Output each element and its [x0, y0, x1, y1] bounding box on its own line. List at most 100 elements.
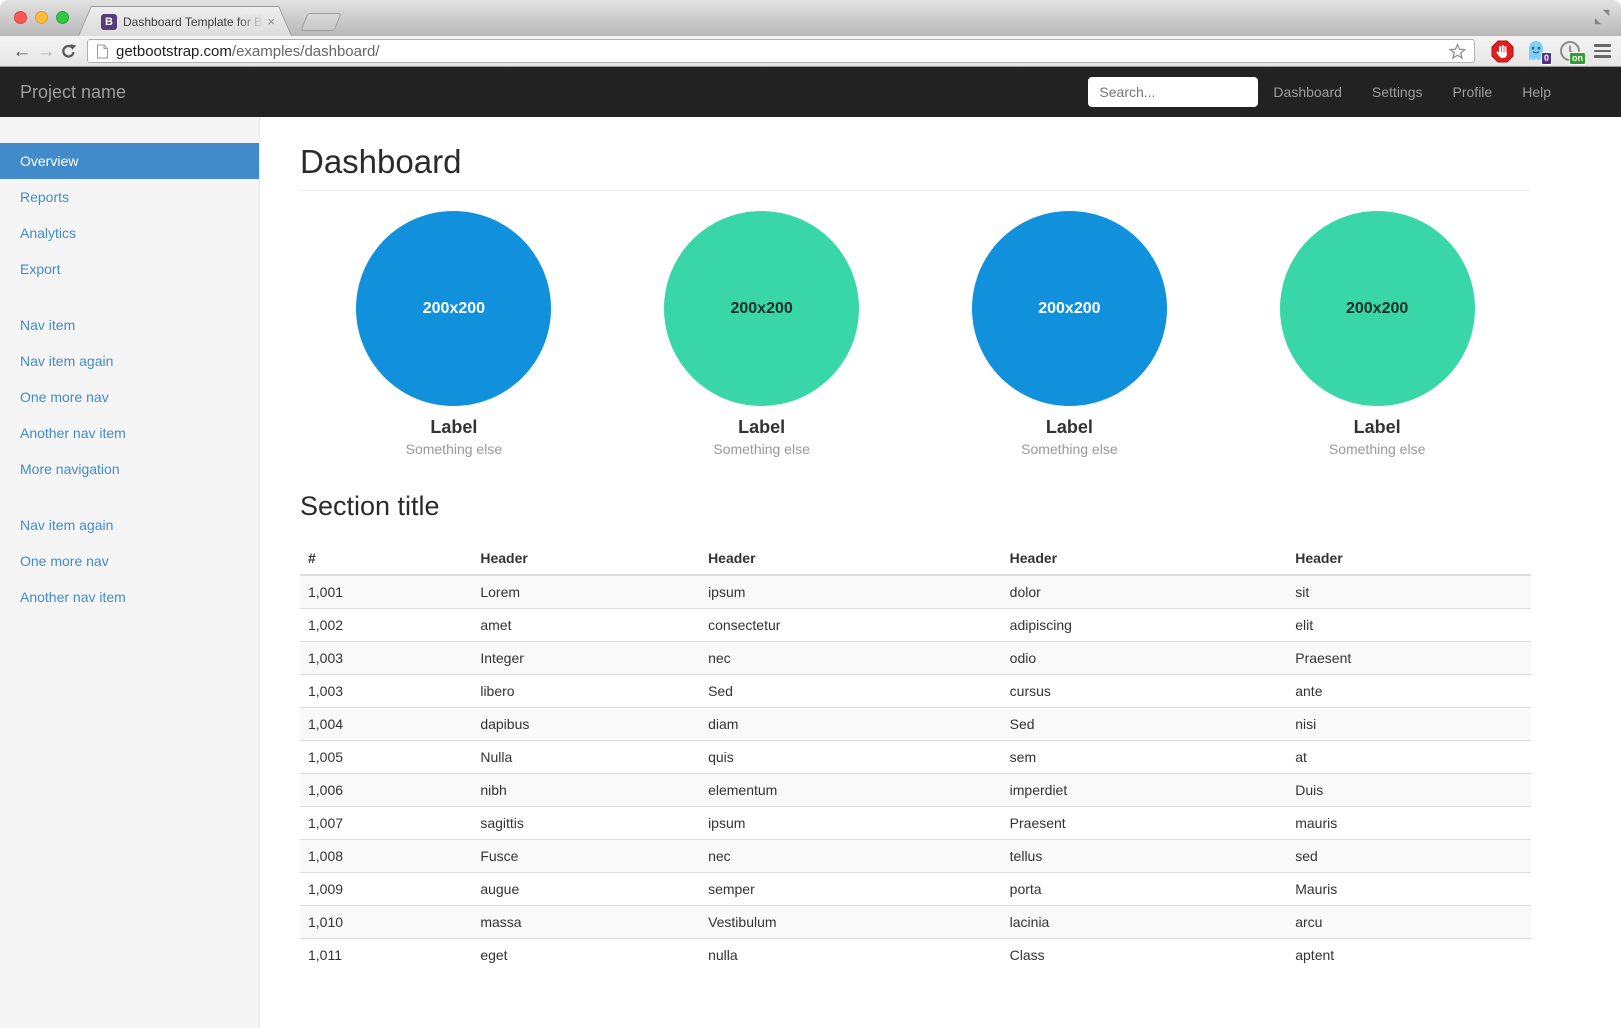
- table-cell: sagittis: [472, 807, 700, 840]
- url-domain: getbootstrap.com: [116, 43, 232, 60]
- forward-button[interactable]: →: [34, 42, 58, 61]
- sidebar-item-another-nav-item[interactable]: Another nav item: [0, 415, 259, 451]
- table-cell: 1,007: [300, 807, 472, 840]
- placeholder-image-1: 200x200: [356, 211, 551, 406]
- sidebar-group-2: Nav itemNav item againOne more navAnothe…: [0, 307, 259, 487]
- sidebar-item-one-more-nav[interactable]: One more nav: [0, 543, 259, 579]
- table-head: #HeaderHeaderHeaderHeader: [300, 542, 1531, 575]
- table-cell: sit: [1287, 575, 1531, 609]
- clock-extension-icon[interactable]: on: [1558, 39, 1582, 63]
- table-body: 1,001Loremipsumdolorsit1,002ametconsecte…: [300, 575, 1531, 971]
- table-cell: ante: [1287, 675, 1531, 708]
- sidebar: OverviewReportsAnalyticsExportNav itemNa…: [0, 117, 260, 1028]
- sidebar-item-reports[interactable]: Reports: [0, 179, 259, 215]
- placeholder-row: 200x200LabelSomething else200x200LabelSo…: [300, 211, 1531, 457]
- sidebar-item-nav-item-again[interactable]: Nav item again: [0, 507, 259, 543]
- bookmark-star-icon[interactable]: [1449, 43, 1466, 60]
- navbar-link-profile[interactable]: Profile: [1438, 67, 1508, 117]
- back-button[interactable]: ←: [10, 42, 34, 61]
- new-tab-button[interactable]: [300, 13, 341, 31]
- browser-tab[interactable]: B Dashboard Template for Bo ×: [78, 6, 292, 36]
- placeholder-label: Label: [608, 417, 916, 438]
- search-input[interactable]: [1088, 77, 1258, 107]
- browser-titlebar: B Dashboard Template for Bo ×: [0, 0, 1621, 36]
- navbar-link-settings[interactable]: Settings: [1357, 67, 1438, 117]
- table-cell: eget: [472, 939, 700, 972]
- table-cell: elit: [1287, 609, 1531, 642]
- table-row: 1,006nibhelementumimperdietDuis: [300, 774, 1531, 807]
- sidebar-item-more-navigation[interactable]: More navigation: [0, 451, 259, 487]
- table-cell: at: [1287, 741, 1531, 774]
- placeholder-sublabel: Something else: [300, 441, 608, 457]
- zoom-window-button[interactable]: [56, 11, 69, 24]
- table-cell: Class: [1002, 939, 1288, 972]
- placeholder-image-2: 200x200: [664, 211, 859, 406]
- data-table: #HeaderHeaderHeaderHeader 1,001Loremipsu…: [300, 542, 1531, 971]
- table-cell: cursus: [1002, 675, 1288, 708]
- sidebar-item-overview[interactable]: Overview: [0, 143, 259, 179]
- placeholder-card-1: 200x200LabelSomething else: [300, 211, 608, 457]
- brand[interactable]: Project name: [0, 82, 146, 103]
- url-text: getbootstrap.com/examples/dashboard/: [116, 43, 380, 60]
- close-tab-icon[interactable]: ×: [267, 15, 275, 29]
- table-cell: 1,008: [300, 840, 472, 873]
- table-cell: imperdiet: [1002, 774, 1288, 807]
- minimize-window-button[interactable]: [35, 11, 48, 24]
- browser-toolbar: ← → getbootstrap.com/examples/dashboard/: [0, 36, 1621, 67]
- placeholder-image-3: 200x200: [972, 211, 1167, 406]
- sidebar-item-nav-item-again[interactable]: Nav item again: [0, 343, 259, 379]
- table-row: 1,003liberoSedcursusante: [300, 675, 1531, 708]
- table-cell: 1,009: [300, 873, 472, 906]
- sidebar-item-another-nav-item[interactable]: Another nav item: [0, 579, 259, 615]
- table-cell: sed: [1287, 840, 1531, 873]
- table-cell: 1,001: [300, 575, 472, 609]
- table-cell: 1,006: [300, 774, 472, 807]
- close-window-button[interactable]: [14, 11, 27, 24]
- table-cell: massa: [472, 906, 700, 939]
- on-badge: on: [1569, 52, 1586, 65]
- table-cell: 1,003: [300, 642, 472, 675]
- table-cell: quis: [700, 741, 1002, 774]
- ghostery-extension-icon[interactable]: 0: [1524, 39, 1548, 63]
- sidebar-group-1: OverviewReportsAnalyticsExport: [0, 143, 259, 287]
- chrome-menu-icon[interactable]: [1594, 44, 1611, 58]
- sidebar-item-nav-item[interactable]: Nav item: [0, 307, 259, 343]
- table-cell: Integer: [472, 642, 700, 675]
- table-row: 1,011egetnullaClassaptent: [300, 939, 1531, 972]
- navbar-link-help[interactable]: Help: [1507, 67, 1566, 117]
- table-row: 1,002ametconsecteturadipiscingelit: [300, 609, 1531, 642]
- table-cell: consectetur: [700, 609, 1002, 642]
- table-cell: 1,002: [300, 609, 472, 642]
- placeholder-card-3: 200x200 Label Something else: [916, 211, 1224, 457]
- tab-title: Dashboard Template for Bo: [123, 14, 263, 30]
- table-cell: adipiscing: [1002, 609, 1288, 642]
- table-cell: Lorem: [472, 575, 700, 609]
- table-row: 1,004dapibusdiamSednisi: [300, 708, 1531, 741]
- table-cell: sem: [1002, 741, 1288, 774]
- reload-button[interactable]: [60, 43, 77, 60]
- table-cell: nisi: [1287, 708, 1531, 741]
- table-cell: Sed: [1002, 708, 1288, 741]
- bootstrap-favicon-icon: B: [101, 14, 117, 30]
- table-cell: 1,003: [300, 675, 472, 708]
- sidebar-item-analytics[interactable]: Analytics: [0, 215, 259, 251]
- table-cell: ipsum: [700, 575, 1002, 609]
- placeholder-label: Label: [1223, 417, 1531, 438]
- table-cell: 1,011: [300, 939, 472, 972]
- table-cell: nec: [700, 642, 1002, 675]
- table-header: Header: [472, 542, 700, 575]
- address-bar[interactable]: getbootstrap.com/examples/dashboard/: [87, 39, 1475, 63]
- placeholder-label: Label: [916, 417, 1224, 438]
- table-cell: arcu: [1287, 906, 1531, 939]
- adblock-extension-icon[interactable]: [1490, 39, 1514, 63]
- navbar-link-dashboard[interactable]: Dashboard: [1258, 67, 1357, 117]
- table-cell: amet: [472, 609, 700, 642]
- table-cell: augue: [472, 873, 700, 906]
- table-cell: Nulla: [472, 741, 700, 774]
- sidebar-item-export[interactable]: Export: [0, 251, 259, 287]
- table-cell: Praesent: [1287, 642, 1531, 675]
- table-header: #: [300, 542, 472, 575]
- sidebar-item-one-more-nav[interactable]: One more nav: [0, 379, 259, 415]
- placeholder-sublabel: Something else: [916, 441, 1224, 457]
- fullscreen-icon[interactable]: [1593, 8, 1611, 26]
